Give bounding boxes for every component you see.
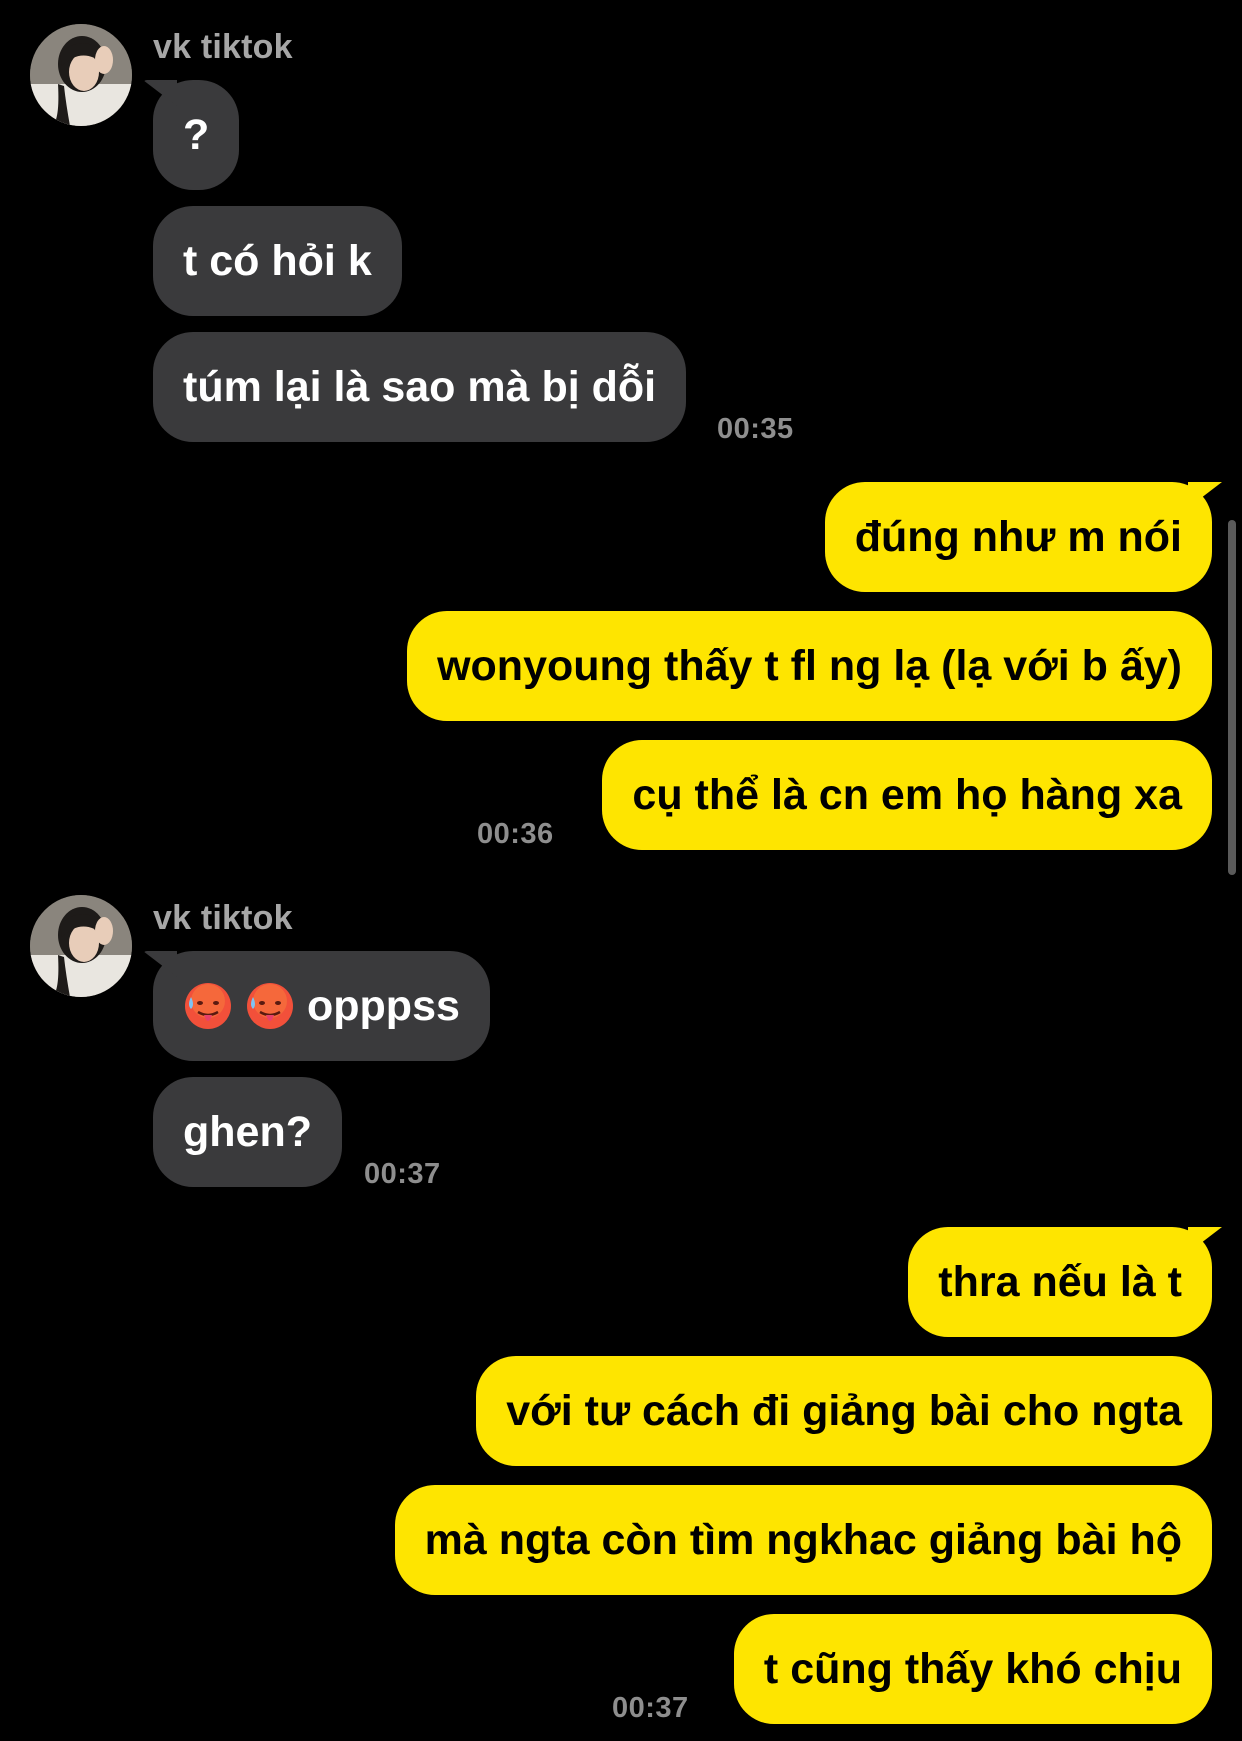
message-bubble[interactable]: với tư cách đi giảng bài cho ngta: [476, 1356, 1212, 1466]
message-text: đúng như m nói: [854, 512, 1182, 561]
message-text: cụ thể là cn em họ hàng xa: [632, 770, 1182, 819]
message-bubble[interactable]: t có hỏi k: [153, 206, 402, 316]
message-text: t có hỏi k: [183, 236, 372, 285]
message-text: ?: [183, 110, 210, 159]
profile-photo-icon: [30, 895, 132, 997]
message-bubble[interactable]: túm lại là sao mà bị dỗi: [153, 332, 687, 442]
sender-name: vk tiktok: [153, 28, 293, 66]
message-bubble[interactable]: opppss: [153, 951, 490, 1061]
chat-message-list[interactable]: vk tiktok ? t có hỏi k túm lại là sao mà…: [0, 0, 1242, 1741]
message-bubble[interactable]: đúng như m nói: [824, 482, 1212, 592]
message-bubble[interactable]: wonyoung thấy t fl ng lạ (lạ với b ấy): [407, 611, 1212, 721]
message-timestamp: 00:36: [477, 818, 554, 850]
message-timestamp: 00:37: [364, 1158, 441, 1190]
message-text: ghen?: [183, 1107, 312, 1156]
message-timestamp: 00:37: [612, 1692, 689, 1724]
hot-face-icon: [245, 981, 295, 1031]
message-text: opppss: [307, 981, 460, 1030]
message-bubble[interactable]: ?: [153, 80, 240, 190]
scrollbar[interactable]: [1228, 520, 1236, 875]
message-bubble[interactable]: cụ thể là cn em họ hàng xa: [602, 740, 1212, 850]
message-timestamp: 00:35: [717, 413, 794, 445]
message-bubble[interactable]: thra nếu là t: [908, 1227, 1212, 1337]
message-text: wonyoung thấy t fl ng lạ (lạ với b ấy): [437, 641, 1182, 690]
avatar[interactable]: [30, 24, 132, 126]
message-text: mà ngta còn tìm ngkhac giảng bài hộ: [424, 1515, 1182, 1564]
sender-name: vk tiktok: [153, 899, 293, 937]
message-text: với tư cách đi giảng bài cho ngta: [506, 1386, 1182, 1435]
avatar[interactable]: [30, 895, 132, 997]
profile-photo-icon: [30, 24, 132, 126]
message-text: thra nếu là t: [938, 1257, 1182, 1306]
message-text: túm lại là sao mà bị dỗi: [183, 362, 657, 411]
message-text: t cũng thấy khó chịu: [763, 1644, 1182, 1693]
message-bubble[interactable]: mà ngta còn tìm ngkhac giảng bài hộ: [394, 1485, 1212, 1595]
message-bubble[interactable]: ghen?: [153, 1077, 342, 1187]
hot-face-icon: [183, 981, 233, 1031]
message-bubble[interactable]: t cũng thấy khó chịu: [733, 1614, 1212, 1724]
